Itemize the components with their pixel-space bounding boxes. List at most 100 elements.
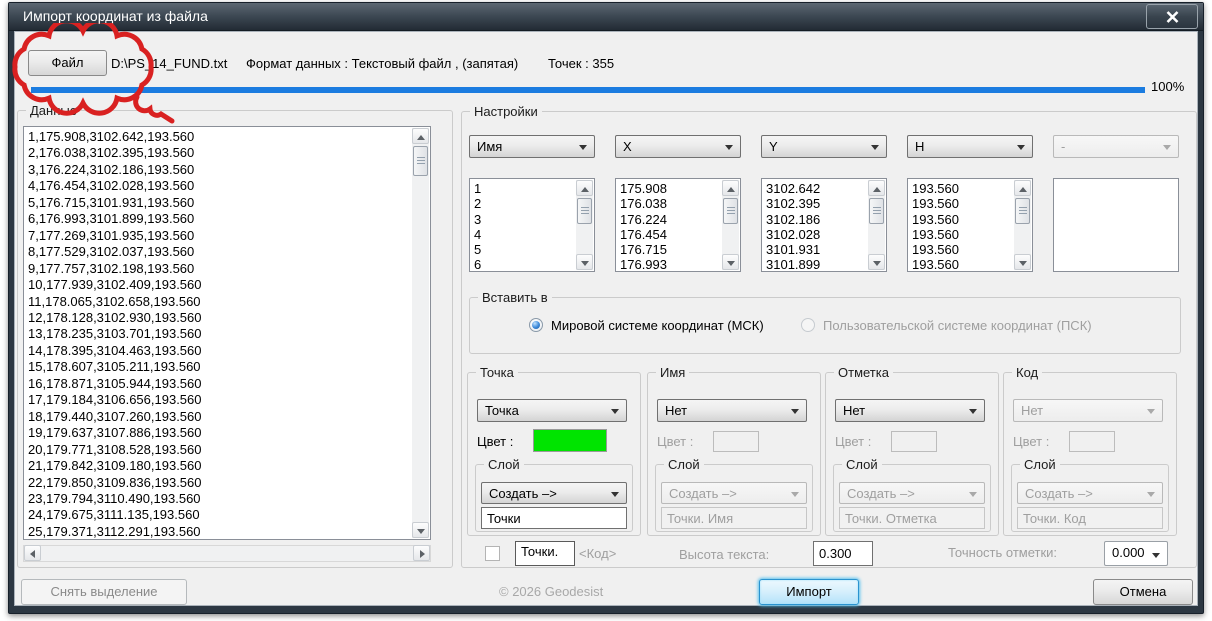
column-selector-y[interactable]: Y [761, 135, 887, 158]
column-scrollbar[interactable] [722, 180, 739, 270]
scroll-up-button[interactable] [1014, 180, 1031, 196]
code-type-combo: Нет [1013, 399, 1163, 422]
column-listbox-extra [1053, 178, 1179, 272]
column-scrollbar[interactable] [1014, 180, 1031, 270]
data-scrollbar-vertical[interactable] [412, 128, 429, 538]
point-color-label: Цвет : [477, 434, 514, 449]
column-scrollbar[interactable] [868, 180, 885, 270]
scroll-thumb[interactable] [723, 198, 738, 224]
layer-group-title: Слой [664, 457, 704, 472]
group-name-title: Имя [656, 365, 690, 380]
points-count-label: Точек : 355 [548, 56, 615, 71]
scroll-up-button[interactable] [576, 180, 593, 196]
column-values[interactable]: 175.908 176.038 176.224 176.454 176.715 … [620, 181, 721, 270]
text-height-label: Высота текста: [679, 547, 770, 562]
column-listbox-y[interactable]: 3102.642 3102.395 3102.186 3102.028 3101… [761, 178, 887, 272]
column-listbox-x[interactable]: 175.908 176.038 176.224 176.454 176.715 … [615, 178, 741, 272]
column-selector-h[interactable]: H [907, 135, 1033, 158]
triangle-down-icon [417, 529, 425, 534]
cancel-button[interactable]: Отмена [1093, 579, 1193, 605]
data-group-title: Данные [26, 103, 81, 118]
data-listbox[interactable]: 1,175.908,3102.642,193.560 2,176.038,310… [23, 126, 431, 540]
close-button[interactable] [1146, 4, 1198, 29]
grip-icon [873, 207, 881, 215]
scroll-up-button[interactable] [722, 180, 739, 196]
scroll-thumb[interactable] [577, 198, 592, 224]
points-prefix-button[interactable]: Точки. [515, 541, 575, 566]
dialog-body: Файл D:\PS_14_FUND.txt Формат данных : Т… [14, 31, 1198, 606]
column-selector-extra: - [1053, 135, 1179, 158]
code-color-label: Цвет : [1013, 434, 1050, 449]
settings-group-title: Настройки [470, 104, 542, 119]
chevron-down-icon [791, 409, 799, 414]
chevron-down-icon [871, 145, 879, 150]
combo-value: Создать –> [1025, 486, 1093, 501]
data-scrollbar-horizontal[interactable] [23, 545, 431, 562]
text-height-input[interactable] [813, 541, 873, 566]
scroll-up-button[interactable] [412, 128, 429, 144]
mark-color-label: Цвет : [835, 434, 872, 449]
data-rows[interactable]: 1,175.908,3102.642,193.560 2,176.038,310… [28, 129, 411, 538]
combo-value: Создать –> [669, 486, 737, 501]
chevron-down-icon [611, 409, 619, 414]
point-color-swatch[interactable] [533, 429, 607, 452]
scroll-thumb[interactable] [413, 146, 428, 176]
column-values[interactable]: 1 2 3 4 5 6 [474, 181, 575, 270]
column-scrollbar[interactable] [576, 180, 593, 270]
grip-icon [727, 207, 735, 215]
progress-bar [31, 87, 1145, 93]
layer-group-title: Слой [842, 457, 882, 472]
column-selector-x[interactable]: X [615, 135, 741, 158]
code-checkbox [485, 546, 500, 561]
layer-group-title: Слой [484, 457, 524, 472]
precision-combo[interactable]: 0.000 [1104, 541, 1168, 566]
triangle-up-icon [727, 187, 735, 192]
column-listbox-name[interactable]: 1 2 3 4 5 6 [469, 178, 595, 272]
combo-value: H [915, 139, 925, 154]
scroll-right-button[interactable] [413, 545, 430, 561]
scroll-thumb[interactable] [1015, 198, 1030, 224]
triangle-down-icon [1019, 261, 1027, 266]
chevron-down-icon [1017, 145, 1025, 150]
scroll-down-button[interactable] [1014, 254, 1031, 270]
point-layer-name-input[interactable] [481, 507, 627, 529]
scroll-left-button[interactable] [24, 545, 41, 561]
data-format-label: Формат данных : Текстовый файл , (запята… [246, 56, 519, 71]
group-code-title: Код [1012, 365, 1043, 380]
dialog-window: Импорт координат из файла Файл D:\PS_14_… [8, 2, 1204, 614]
mark-color-swatch [891, 431, 937, 452]
titlebar[interactable]: Импорт координат из файла [9, 3, 1203, 31]
point-type-combo[interactable]: Точка [477, 399, 627, 422]
scroll-down-button[interactable] [722, 254, 739, 270]
chevron-down-icon [1147, 492, 1155, 497]
file-button[interactable]: Файл [28, 50, 107, 76]
combo-value: Создать –> [847, 486, 915, 501]
chevron-down-icon [1152, 553, 1160, 558]
import-button[interactable]: Импорт [759, 579, 859, 605]
scroll-up-button[interactable] [868, 180, 885, 196]
close-icon [1166, 11, 1178, 23]
combo-value: - [1061, 139, 1066, 154]
column-listbox-h[interactable]: 193.560 193.560 193.560 193.560 193.560 … [907, 178, 1033, 272]
chevron-down-icon [725, 145, 733, 150]
chevron-down-icon [969, 409, 977, 414]
radio-world-cs-label: Мировой системе координат (МСК) [551, 318, 764, 333]
column-selector-name[interactable]: Имя [469, 135, 595, 158]
combo-value: 0.000 [1112, 545, 1145, 560]
name-type-combo[interactable]: Нет [657, 399, 807, 422]
scroll-down-button[interactable] [412, 522, 429, 538]
column-values[interactable]: 193.560 193.560 193.560 193.560 193.560 … [912, 181, 1013, 270]
file-path: D:\PS_14_FUND.txt [111, 56, 228, 71]
column-values[interactable]: 3102.642 3102.395 3102.186 3102.028 3101… [766, 181, 867, 270]
radio-world-cs[interactable] [529, 318, 543, 332]
scroll-down-button[interactable] [576, 254, 593, 270]
combo-value: Y [769, 139, 778, 154]
triangle-down-icon [727, 261, 735, 266]
scroll-down-button[interactable] [868, 254, 885, 270]
copyright: © 2026 Geodesist [499, 584, 604, 599]
point-layer-combo[interactable]: Создать –> [481, 482, 627, 504]
mark-layer-name-input [839, 507, 985, 529]
scroll-thumb[interactable] [869, 198, 884, 224]
precision-label: Точность отметки: [948, 545, 1058, 560]
mark-type-combo[interactable]: Нет [835, 399, 985, 422]
